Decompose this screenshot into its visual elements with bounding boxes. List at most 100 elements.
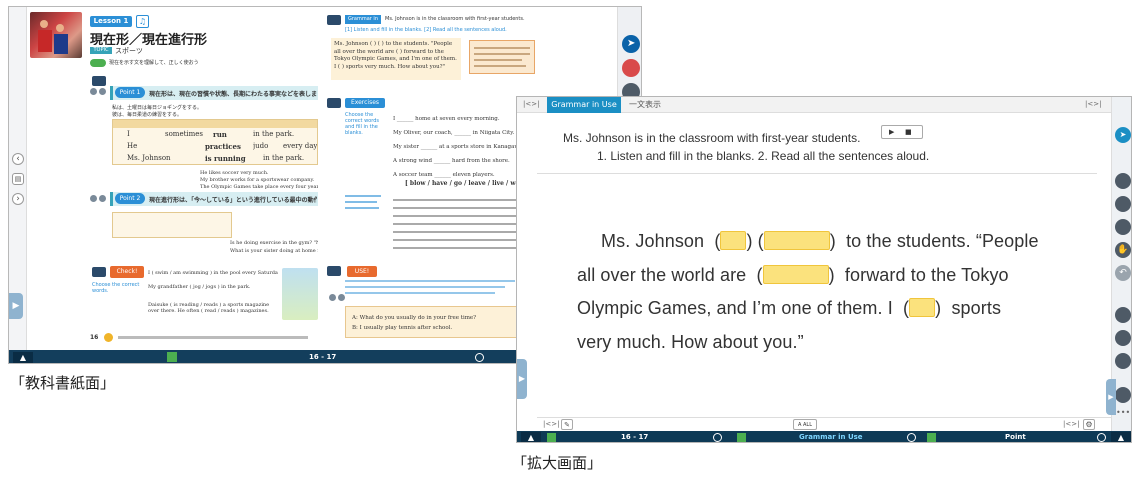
tab-grammar-in-use[interactable]: Grammar in Use: [547, 97, 621, 113]
prev-page-icon[interactable]: ‹: [12, 153, 24, 165]
use-question: A: What do you usually do in your free t…: [352, 315, 477, 321]
bottom-tab-point[interactable]: Point: [1005, 432, 1045, 442]
hand-icon[interactable]: ✋: [1115, 242, 1131, 258]
table-cell: practices: [205, 142, 241, 151]
headphones-icon[interactable]: ♫: [136, 15, 149, 28]
camera-icon[interactable]: [1115, 330, 1131, 346]
nav-arrows-icon[interactable]: |<>|: [1085, 100, 1105, 110]
pen-icon[interactable]: [622, 59, 640, 77]
point1-example: My brother works for a sportswear compan…: [200, 177, 315, 183]
tab-sentence-display[interactable]: 一文表示: [629, 97, 679, 113]
all-button[interactable]: A ALL: [793, 419, 817, 430]
pointer-icon[interactable]: ➤: [622, 35, 640, 53]
nav-arrows-icon[interactable]: |<>|: [543, 420, 559, 430]
screen-icon[interactable]: [92, 267, 106, 277]
page-list-icon[interactable]: ▤: [12, 173, 24, 185]
bottom-tab-grammar[interactable]: Grammar in Use: [799, 432, 889, 442]
screen-icon[interactable]: [327, 98, 341, 108]
audio-controls[interactable]: [90, 195, 108, 202]
tip-icon: [104, 333, 113, 342]
tab-icon[interactable]: [927, 433, 936, 442]
page-indicator: 16 - 17: [621, 433, 649, 441]
table-cell: in the park.: [253, 130, 295, 138]
zoom-header: |<>| Grammar in Use 一文表示 |<>|: [517, 97, 1111, 113]
audio-controls[interactable]: [90, 88, 108, 95]
table-cell: He: [127, 142, 138, 150]
stop-icon[interactable]: ■: [905, 128, 915, 136]
left-side-panel: ‹ ▤ › ▶: [9, 7, 27, 350]
audio-controls[interactable]: [329, 294, 347, 301]
screen-icon[interactable]: [327, 15, 341, 25]
exercises-label: Exercises: [345, 98, 385, 108]
exercises-part2: [345, 195, 383, 219]
table-cell: run: [213, 130, 227, 139]
zoom-instruction: 1. Listen and fill in the blanks. 2. Rea…: [597, 149, 930, 163]
page-indicator: 16 - 17: [309, 353, 337, 361]
eraser-icon[interactable]: [1115, 173, 1131, 189]
list-icon[interactable]: [1115, 353, 1131, 369]
play-icon[interactable]: ▶: [889, 128, 899, 136]
check-item: I ( swim / am swimming ) in the pool eve…: [148, 270, 278, 276]
runner-illustration: [282, 268, 318, 320]
menu-up-icon[interactable]: ▲: [13, 352, 33, 363]
book-icon[interactable]: [167, 352, 177, 362]
collapse-panel-handle[interactable]: ▶: [1106, 379, 1116, 415]
divider: [537, 417, 1111, 418]
close-icon[interactable]: [907, 433, 916, 442]
menu-up-icon[interactable]: ▲: [1111, 432, 1131, 442]
zoom-icon[interactable]: [1115, 307, 1131, 323]
table-cell: every day.: [283, 142, 317, 150]
passage-line-2: all over the world are () forward to the…: [577, 265, 1009, 285]
comment-icon[interactable]: [1115, 387, 1131, 403]
speaker-icon[interactable]: [90, 59, 106, 67]
nav-arrows-icon[interactable]: |<>|: [1063, 420, 1081, 430]
passage-text: Ms. Johnson: [601, 231, 705, 251]
gear-icon[interactable]: ⚙: [1083, 419, 1095, 430]
close-icon[interactable]: [1097, 433, 1106, 442]
check-item: Daisuke ( is reading / reads ) a sports …: [148, 302, 270, 314]
book-icon[interactable]: [547, 433, 556, 442]
grammar-tab-label: Grammar in Use: [345, 15, 381, 31]
next-page-icon[interactable]: ›: [12, 193, 24, 205]
page-number-left: 16: [90, 334, 99, 341]
point2-text: 現在進行形は、「今～している」という進行している最中の動作を表します。: [149, 197, 317, 204]
caption-zoom: 「拡大画面」: [512, 454, 603, 472]
close-icon[interactable]: [713, 433, 722, 442]
answer-blank[interactable]: [720, 231, 747, 250]
book-view-icon[interactable]: [1115, 219, 1131, 235]
close-icon[interactable]: [475, 353, 484, 362]
check-instruction: Choose the correct words.: [92, 282, 140, 294]
pointer-icon[interactable]: ➤: [1115, 127, 1131, 143]
zoom-tool-rail: ➤ ✋ ↶ ▶ •••: [1106, 97, 1131, 442]
answer-blank[interactable]: [762, 265, 829, 284]
more-icon[interactable]: •••: [1116, 409, 1130, 417]
table-cell: I: [127, 130, 130, 138]
expand-panel-handle[interactable]: ▶: [9, 293, 23, 319]
use-description: [345, 280, 515, 304]
undo-icon[interactable]: ↶: [1115, 265, 1131, 281]
grammar-heading: Ms. Johnson is in the classroom with fir…: [385, 16, 525, 22]
screen-icon[interactable]: [327, 266, 341, 276]
expand-panel-handle[interactable]: ▶: [517, 359, 527, 399]
capture-icon[interactable]: [1115, 196, 1131, 212]
answer-blank[interactable]: [909, 298, 936, 317]
point1-example: The Olympic Games take place every four …: [200, 184, 318, 190]
table-cell: Ms. Johnson: [127, 154, 171, 162]
zoom-heading: Ms. Johnson is in the classroom with fir…: [563, 131, 861, 145]
table-cell: judo: [253, 142, 269, 150]
athletes-photo: [30, 12, 82, 58]
use-label: USE!: [347, 266, 377, 277]
tab-icon[interactable]: [737, 433, 746, 442]
audio-player[interactable]: ▶ ■: [881, 125, 923, 139]
screen-icon[interactable]: [92, 76, 106, 86]
footnote: [118, 336, 308, 339]
point1-note1: 私は、土曜日は毎日ジョギングをする。: [112, 105, 203, 111]
nav-arrows-icon[interactable]: |<>|: [523, 100, 541, 110]
point1-text: 現在形は、現在の習慣や状態、長期にわたる事実などを表します。: [149, 91, 317, 98]
use-answer: B: I usually play tennis after school.: [352, 325, 453, 331]
point1-note2: 彼は、毎日柔道の練習をする。: [112, 112, 183, 118]
menu-up-icon[interactable]: ▲: [521, 432, 541, 442]
pencil-icon[interactable]: ✎: [561, 419, 573, 430]
answer-blank[interactable]: [763, 231, 830, 250]
point2-example: What is your sister doing at home now?: [230, 248, 318, 254]
